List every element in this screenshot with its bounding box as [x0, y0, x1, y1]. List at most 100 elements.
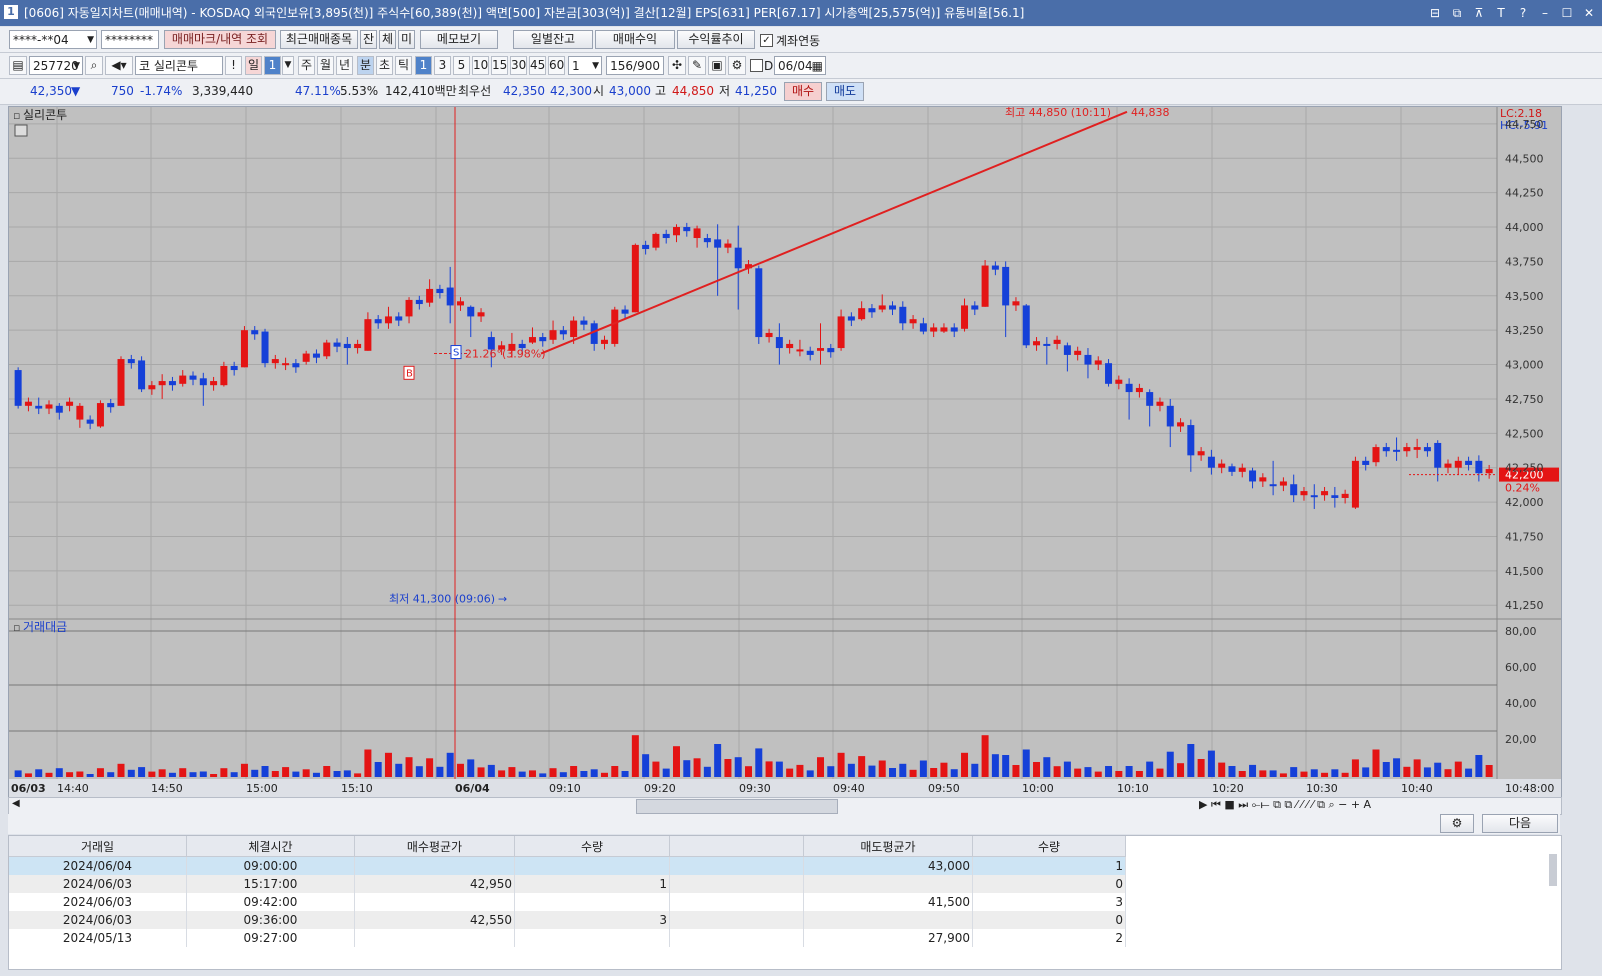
- maximize-icon[interactable]: ☐: [1560, 0, 1574, 26]
- next-button[interactable]: 다음: [1482, 814, 1558, 833]
- gear-icon[interactable]: ⚙: [728, 56, 746, 75]
- checkbox-checked-icon[interactable]: ✓: [760, 34, 773, 47]
- volume-bar: [220, 768, 228, 777]
- chart-type-icon[interactable]: ▤: [9, 56, 27, 75]
- stock-code-input[interactable]: 257720 ▼: [29, 56, 83, 75]
- sell-button[interactable]: 매도: [826, 82, 864, 101]
- minute-45-button[interactable]: 45: [529, 56, 546, 75]
- minimize-icon[interactable]: –: [1538, 0, 1552, 26]
- memo-button[interactable]: 메모보기: [420, 30, 498, 49]
- scroll-left-icon[interactable]: ◀: [12, 798, 20, 809]
- volume-bar: [374, 762, 382, 777]
- col-buy-avg[interactable]: 매수평균가: [354, 836, 515, 857]
- volume-bar: [1300, 771, 1308, 777]
- trade-mark-button[interactable]: 매매마크/내역 조회: [164, 30, 276, 49]
- table-row[interactable]: 2024/06/03 09:36:00 42,550 3 0: [9, 911, 1126, 929]
- period-month-button[interactable]: 월: [317, 56, 334, 75]
- volume-bar: [436, 766, 444, 777]
- alert-icon[interactable]: !: [225, 56, 242, 75]
- cell-empty: [669, 856, 804, 875]
- period-minute-button[interactable]: 분: [357, 56, 374, 75]
- date-value: 06/04: [778, 59, 813, 73]
- jan-button[interactable]: 잔: [360, 30, 377, 49]
- scroll-thumb[interactable]: [636, 799, 838, 814]
- volume-bar: [734, 757, 742, 777]
- candle-body: [724, 243, 732, 248]
- che-button[interactable]: 체: [379, 30, 396, 49]
- save-icon[interactable]: ▣: [708, 56, 726, 75]
- account-select[interactable]: ****-**04 ▼: [9, 30, 97, 49]
- candle-body: [138, 360, 146, 390]
- volume-bar: [1413, 759, 1421, 777]
- table-row[interactable]: 2024/06/03 09:42:00 41,500 3: [9, 893, 1126, 911]
- table-row[interactable]: 2024/06/04 09:00:00 43,000 1: [9, 856, 1126, 875]
- candle-body: [282, 363, 290, 366]
- volume-bar: [1012, 765, 1020, 777]
- sound-icon[interactable]: ◀▾: [105, 56, 133, 75]
- search-icon[interactable]: ⌕: [85, 56, 103, 75]
- draw-tool-icon[interactable]: ✎: [688, 56, 706, 75]
- pin-icon[interactable]: ⊼: [1472, 0, 1486, 26]
- minute-30-button[interactable]: 30: [510, 56, 527, 75]
- trade-history-grid[interactable]: 거래일 체결시간 매수평균가 수량 매도평균가 수량 2024/06/04 09:…: [8, 835, 1562, 970]
- chevron-down-icon: ▼: [592, 61, 599, 71]
- trade-profit-button[interactable]: 매매수익: [595, 30, 675, 49]
- col-buy-qty[interactable]: 수량: [514, 836, 670, 857]
- chevron-down-icon: ▼: [73, 61, 80, 71]
- chart-panel[interactable]: ▫ 실리콘투 ▫ 거래대금 LC:2.18 HC:-5.91 21.26°(3.98%) 최고…: [8, 106, 1562, 798]
- calendar-icon[interactable]: ▦: [812, 57, 823, 74]
- link-window-icon[interactable]: ⊟: [1428, 0, 1442, 26]
- chart-nav-icons[interactable]: ▶ ⏮ ■ ⏭ ⟜⟝ ⧉ ⧉ ⁄ ⁄ ⁄ ⁄ ⧉ ⌕ − + A: [1199, 798, 1371, 812]
- help-icon[interactable]: ?: [1516, 0, 1530, 26]
- password-field[interactable]: ********: [101, 30, 159, 49]
- volume-bar: [199, 771, 207, 777]
- recent-trade-button[interactable]: 최근매매종목: [280, 30, 358, 49]
- date-input[interactable]: 06/04 ▦: [774, 56, 826, 75]
- col-trade-date[interactable]: 거래일: [9, 836, 187, 857]
- candle-body: [652, 233, 660, 248]
- minute-3-button[interactable]: 3: [434, 56, 451, 75]
- mi-button[interactable]: 미: [398, 30, 415, 49]
- cascade-icon[interactable]: ⧉: [1450, 0, 1464, 26]
- period-second-button[interactable]: 초: [376, 56, 393, 75]
- col-sell-qty[interactable]: 수량: [972, 836, 1126, 857]
- font-icon[interactable]: T: [1494, 0, 1508, 26]
- close-icon[interactable]: ✕: [1582, 0, 1596, 26]
- candle-body: [302, 353, 310, 362]
- table-row[interactable]: 2024/06/03 15:17:00 42,950 1 0: [9, 875, 1126, 893]
- period-day-button[interactable]: 일: [245, 56, 262, 75]
- period-tick-button[interactable]: 틱: [395, 56, 412, 75]
- minute-10-button[interactable]: 10: [472, 56, 489, 75]
- period-year-button[interactable]: 년: [336, 56, 353, 75]
- buy-button[interactable]: 매수: [784, 82, 822, 101]
- interval-select[interactable]: 1 ▼: [568, 56, 602, 75]
- gear-icon[interactable]: ⚙: [1440, 814, 1474, 833]
- open-label: 시: [593, 84, 605, 98]
- date-checkbox[interactable]: [750, 59, 763, 72]
- daily-balance-button[interactable]: 일별잔고: [513, 30, 593, 49]
- minute-1-button[interactable]: 1: [415, 56, 432, 75]
- minute-60-button[interactable]: 60: [548, 56, 565, 75]
- period-day-count[interactable]: 1: [264, 56, 281, 75]
- minute-15-button[interactable]: 15: [491, 56, 508, 75]
- col-sell-avg[interactable]: 매도평균가: [803, 836, 973, 857]
- bar-count-input[interactable]: 156/900: [606, 56, 664, 75]
- volume-bar: [508, 767, 516, 777]
- volume-bar: [806, 770, 814, 777]
- volume-bar: [302, 769, 310, 777]
- return-trend-button[interactable]: 수익률추이: [677, 30, 755, 49]
- volume-bar: [765, 761, 773, 777]
- grid-scrollbar[interactable]: [1549, 854, 1557, 886]
- chart-scrollbar[interactable]: ◀ ▶ ⏮ ■ ⏭ ⟜⟝ ⧉ ⧉ ⁄ ⁄ ⁄ ⁄ ⧉ ⌕ − + A: [8, 797, 1562, 815]
- table-row[interactable]: 2024/05/13 09:27:00 27,900 2: [9, 929, 1126, 947]
- candlestick-chart[interactable]: ▫ 실리콘투▫ 거래대금LC:2.18HC:-5.9121.26°(3.98%)최고…: [9, 107, 1561, 797]
- crosshair-icon[interactable]: ✣: [668, 56, 686, 75]
- link-account-toggle[interactable]: ✓ 계좌연동: [760, 32, 820, 49]
- period-week-button[interactable]: 주: [298, 56, 315, 75]
- price-tick-label: 42,500: [1505, 427, 1544, 440]
- chevron-down-icon[interactable]: ▼: [282, 56, 294, 75]
- candle-body: [158, 381, 166, 386]
- minute-5-button[interactable]: 5: [453, 56, 470, 75]
- stock-name-select[interactable]: 코 실리콘투: [135, 56, 223, 75]
- col-exec-time[interactable]: 체결시간: [186, 836, 355, 857]
